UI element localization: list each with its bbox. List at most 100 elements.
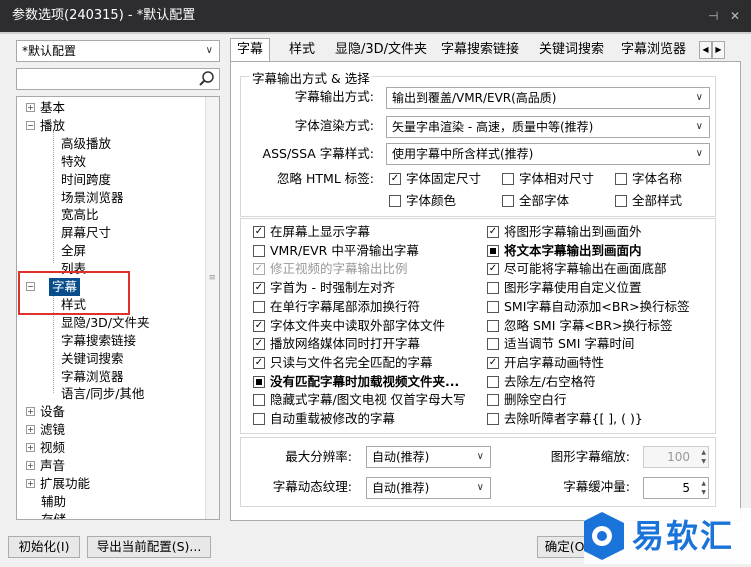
subtitle-option-checkbox[interactable]: ✓ 播放网络媒体同时打开字幕 bbox=[253, 335, 420, 353]
stepper-arrows-icon: ▲ ▼ bbox=[701, 449, 706, 465]
tree-item[interactable]: 辅助 bbox=[41, 493, 66, 511]
collapse-icon[interactable]: − bbox=[26, 120, 35, 130]
output-mode-select[interactable]: 输出到覆盖/VMR/EVR(高品质) ∨ bbox=[386, 87, 710, 109]
expand-icon[interactable]: + bbox=[26, 103, 35, 112]
tab-1[interactable]: 样式 bbox=[282, 38, 322, 62]
tree-item[interactable]: 关键词搜索 bbox=[61, 350, 124, 368]
tree-item[interactable]: 扩展功能 bbox=[40, 475, 90, 493]
subtitle-option-checkbox[interactable]: 忽略 SMI 字幕<BR>换行标签 bbox=[487, 317, 673, 335]
search-icon[interactable] bbox=[198, 70, 216, 88]
subtitle-option-checkbox[interactable]: ✓ 开启字幕动画特性 bbox=[487, 354, 604, 372]
tab-2[interactable]: 显隐/3D/文件夹 bbox=[328, 38, 434, 62]
tab-4[interactable]: 关键词搜索 bbox=[532, 38, 611, 62]
brand-watermark: 易软汇 bbox=[580, 508, 751, 564]
subtitle-option-checkbox[interactable]: ✓ 尽可能将字幕输出在画面底部 bbox=[487, 260, 667, 278]
tree-item[interactable]: 高级播放 bbox=[61, 135, 111, 153]
ignore-html-label: 忽略 HTML 标签: bbox=[277, 171, 374, 186]
tab-0[interactable]: 字幕 bbox=[230, 38, 271, 62]
subtitle-option-checkbox[interactable]: 图形字幕使用自定义位置 bbox=[487, 279, 642, 297]
ignore-html-checkbox[interactable]: 字体颜色 bbox=[389, 192, 456, 210]
checkbox-icon bbox=[253, 413, 265, 425]
subtitle-option-checkbox[interactable]: VMR/EVR 中平滑输出字幕 bbox=[253, 242, 419, 260]
output-mode-value: 输出到覆盖/VMR/EVR(高品质) bbox=[392, 91, 557, 105]
tree-item[interactable]: 显隐/3D/文件夹 bbox=[61, 314, 150, 332]
subtitle-option-checkbox[interactable]: ✓ 将图形字幕输出到画面外 bbox=[487, 223, 642, 241]
tab-5[interactable]: 字幕浏览器 bbox=[614, 38, 693, 62]
tree-item[interactable]: 时间跨度 bbox=[61, 171, 111, 189]
close-icon[interactable]: ✕ bbox=[730, 0, 740, 32]
tree-item[interactable]: 基本 bbox=[40, 99, 65, 117]
subtitle-option-checkbox[interactable]: 去除听障者字幕{[ ], ( )} bbox=[487, 410, 643, 428]
checkbox-label: 去除听障者字幕{[ ], ( )} bbox=[504, 411, 643, 426]
render-mode-select[interactable]: 矢量字串渲染 - 高速，质量中等(推荐) ∨ bbox=[386, 116, 710, 138]
checkbox-label: 删除空白行 bbox=[504, 392, 567, 408]
tree-item[interactable]: 宽高比 bbox=[61, 206, 99, 224]
pin-icon[interactable]: ⊣ bbox=[708, 0, 718, 32]
subtitle-option-checkbox[interactable]: 将文本字幕输出到画面内 bbox=[487, 242, 642, 260]
scroll-grip-icon: ≡ bbox=[208, 273, 216, 283]
search-box[interactable] bbox=[16, 68, 220, 90]
output-group-title: 字幕输出方式 & 选择 bbox=[250, 68, 372, 87]
subtitle-option-checkbox[interactable]: SMI字幕自动添加<BR>换行标签 bbox=[487, 298, 690, 316]
tree-item[interactable]: 播放 bbox=[40, 117, 65, 135]
subtitle-option-checkbox[interactable]: 自动重载被修改的字幕 bbox=[253, 410, 395, 428]
tree-item[interactable]: 语言/同步/其他 bbox=[61, 385, 144, 403]
subtitle-option-checkbox[interactable]: 没有匹配字幕时加载视频文件夹... bbox=[253, 373, 459, 391]
ignore-html-checkbox[interactable]: 字体相对尺寸 bbox=[502, 170, 594, 188]
ignore-html-checkbox[interactable]: ✓ 字体固定尺寸 bbox=[389, 170, 481, 188]
tree-item[interactable]: 声音 bbox=[40, 457, 65, 475]
tree-item[interactable]: 特效 bbox=[61, 153, 86, 171]
init-button[interactable]: 初始化(I) bbox=[8, 536, 80, 558]
tree-item[interactable]: 视频 bbox=[40, 439, 65, 457]
expand-icon[interactable]: + bbox=[26, 407, 35, 417]
search-input[interactable] bbox=[20, 70, 196, 88]
tree-item[interactable]: 设备 bbox=[40, 403, 65, 421]
checkbox-label: VMR/EVR 中平滑输出字幕 bbox=[270, 242, 419, 258]
stepper-arrows-icon[interactable]: ▲ ▼ bbox=[701, 479, 706, 497]
buffer-value: 5 bbox=[682, 481, 690, 495]
checkbox-label: 适当调节 SMI 字幕时间 bbox=[504, 336, 635, 352]
tree-item[interactable]: 全屏 bbox=[61, 242, 86, 260]
expand-icon[interactable]: + bbox=[26, 478, 35, 488]
checkbox-icon bbox=[487, 413, 499, 425]
checkmark-icon: ✓ bbox=[253, 356, 265, 369]
tree-item[interactable]: 场景浏览器 bbox=[61, 189, 124, 207]
subtitle-option-checkbox[interactable]: 去除左/右空格符 bbox=[487, 373, 596, 391]
ignore-html-checkbox[interactable]: 全部样式 bbox=[615, 192, 682, 210]
export-config-button[interactable]: 导出当前配置(S)... bbox=[87, 536, 211, 558]
tree-item[interactable]: 字幕浏览器 bbox=[61, 368, 124, 386]
subtitle-option-checkbox[interactable]: ✓ 字体文件夹中读取外部字体文件 bbox=[253, 317, 445, 335]
checkbox-label: 将图形字幕输出到画面外 bbox=[504, 224, 642, 239]
checkbox-icon bbox=[253, 375, 265, 388]
brand-logo-text: 易软汇 bbox=[632, 517, 735, 555]
tree-scrollbar[interactable]: ≡ bbox=[205, 97, 219, 519]
expand-icon[interactable]: + bbox=[26, 443, 35, 453]
tab-3[interactable]: 字幕搜索链接 bbox=[434, 38, 526, 62]
subtitle-option-checkbox[interactable]: 适当调节 SMI 字幕时间 bbox=[487, 335, 634, 353]
subtitle-option-checkbox[interactable]: ✓ 只读与文件名完全匹配的字幕 bbox=[253, 354, 433, 372]
max-res-select[interactable]: 自动(推荐) ∨ bbox=[366, 446, 491, 468]
title-divider bbox=[0, 32, 751, 34]
expand-icon[interactable]: + bbox=[26, 461, 35, 470]
expand-icon[interactable]: + bbox=[26, 425, 35, 435]
output-mode-label: 字幕输出方式: bbox=[294, 89, 374, 104]
checkmark-icon: ✓ bbox=[487, 226, 499, 238]
tab-scroll-left-icon[interactable]: ◀ bbox=[699, 41, 712, 59]
checkbox-label: 将文本字幕输出到画面内 bbox=[504, 242, 642, 258]
subtitle-option-checkbox[interactable]: 在单行字幕尾部添加换行符 bbox=[253, 298, 420, 316]
tree-item[interactable]: 字幕搜索链接 bbox=[61, 332, 136, 350]
tree-item[interactable]: 滤镜 bbox=[40, 421, 65, 439]
ignore-html-checkbox[interactable]: 全部字体 bbox=[502, 192, 569, 210]
subtitle-option-checkbox[interactable]: ✓ 字首为 - 时强制左对齐 bbox=[253, 279, 395, 297]
subtitle-option-checkbox[interactable]: 隐藏式字幕/图文电视 仅首字母大写 bbox=[253, 391, 466, 409]
buffer-stepper[interactable]: 5 ▲ ▼ bbox=[643, 477, 709, 499]
tree-item[interactable]: 存储 bbox=[41, 511, 66, 519]
subtitle-option-checkbox[interactable]: 删除空白行 bbox=[487, 391, 567, 409]
tree-item[interactable]: 屏幕尺寸 bbox=[61, 224, 111, 242]
texture-select[interactable]: 自动(推荐) ∨ bbox=[366, 477, 491, 499]
tab-scroll-right-icon[interactable]: ▶ bbox=[712, 41, 725, 59]
subtitle-option-checkbox[interactable]: ✓ 在屏幕上显示字幕 bbox=[253, 223, 370, 241]
ass-style-select[interactable]: 使用字幕中所含样式(推荐) ∨ bbox=[386, 143, 710, 165]
ignore-html-checkbox[interactable]: 字体名称 bbox=[615, 170, 682, 188]
profile-select[interactable]: *默认配置 ∨ bbox=[16, 40, 220, 62]
